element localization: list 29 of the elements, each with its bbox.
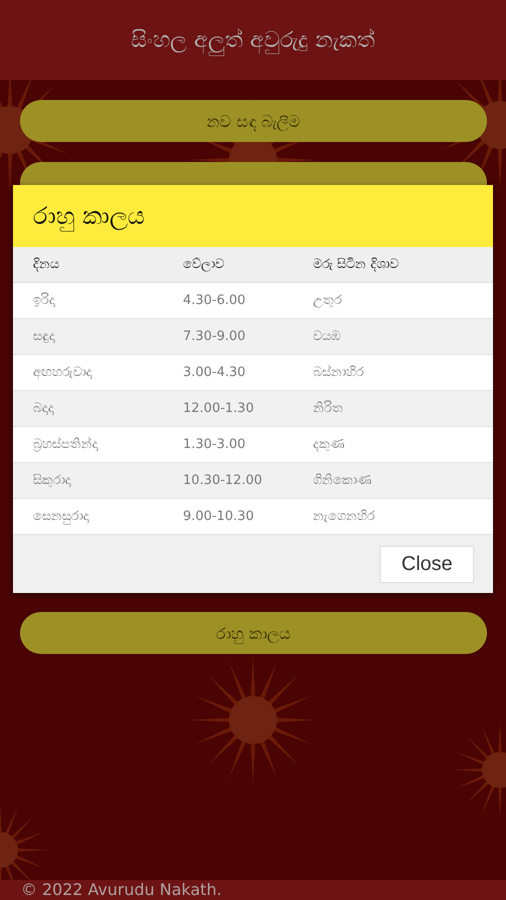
table-cell-text: බස්නාහිර (313, 365, 365, 380)
table-cell-text: නැගෙනහිර (313, 509, 376, 524)
table-cell-text: උතුර (313, 293, 343, 308)
column-header: වේලාව (183, 257, 225, 272)
dialog-title: රාහු කාලය (33, 202, 145, 230)
table-cell-text: දකුණ (313, 437, 346, 452)
table-cell-text: ඉරිදා (33, 293, 56, 308)
table-cell-text: නිරිත (313, 401, 344, 416)
column-header: දිනය (33, 257, 60, 272)
column-header: මරු සිටින දිශාව (313, 257, 400, 272)
table-cell-text: වයඹ (313, 329, 342, 344)
table-cell-text: සිකුරාදා (33, 473, 72, 488)
table-cell-text: 4.30-6.00 (183, 293, 247, 308)
table-cell-text: 7.30-9.00 (183, 329, 247, 344)
table-cell-text: අඟහරුවාදා (33, 365, 93, 380)
menu-button[interactable]: නව සඳ බැලීම (20, 100, 487, 142)
table-cell-text: බදාදා (33, 401, 55, 416)
table-cell-text: 3.00-4.30 (183, 365, 247, 380)
table-cell-text: 9.00-10.30 (183, 509, 255, 524)
table-cell-text: 12.00-1.30 (183, 401, 255, 416)
table-cell-text: ගිනිකොණ (313, 473, 373, 488)
table-cell-text: 1.30-3.00 (183, 437, 247, 452)
table-cell-text: 10.30-12.00 (183, 473, 264, 488)
table-cell-text: බ්‍රහස්පතින්දා (33, 437, 99, 452)
table-cell-text: සඳුදා (33, 329, 56, 344)
menu-button[interactable]: රාහු කාලය (20, 612, 487, 654)
close-button[interactable]: Close (380, 546, 474, 582)
copyright-text: © 2022 Avurudu Nakath. (21, 880, 222, 900)
table-cell-text: සෙනසුරාදා (33, 509, 90, 524)
